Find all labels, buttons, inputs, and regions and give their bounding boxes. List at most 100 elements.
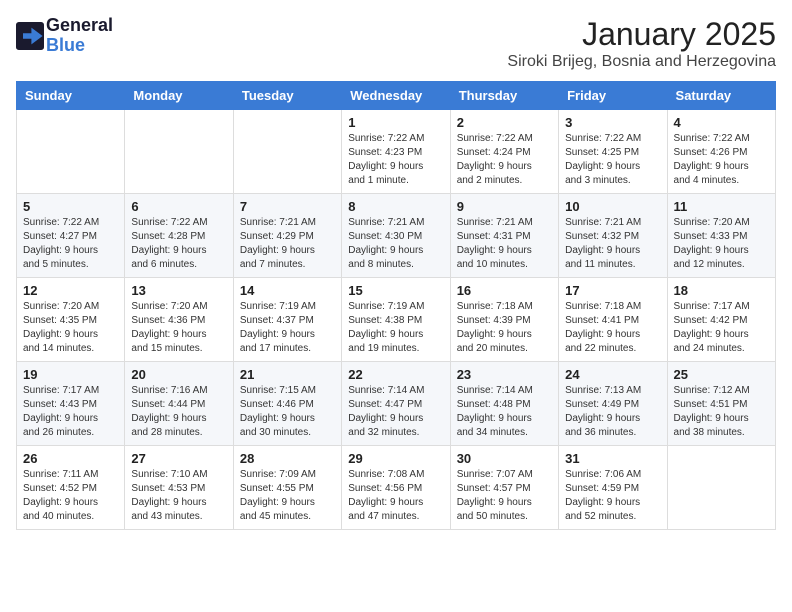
calendar-cell: 11 Sunrise: 7:20 AM Sunset: 4:33 PM Dayli… <box>667 194 775 278</box>
calendar-week-3: 12Sunrise: 7:20 AM Sunset: 4:35 PM Dayli… <box>17 278 776 362</box>
day-info: Sunrise: 7:10 AM Sunset: 4:53 PM Dayligh… <box>131 468 226 524</box>
day-number: 19 <box>23 367 118 382</box>
day-number: 27 <box>131 451 226 466</box>
calendar-cell: 9 Sunrise: 7:21 AM Sunset: 4:31 PM Daylig… <box>450 194 558 278</box>
location-subtitle: Siroki Brijeg, Bosnia and Herzegovina <box>507 53 776 71</box>
calendar-cell <box>233 110 341 194</box>
day-number: 3 <box>565 115 660 130</box>
calendar-cell: 21 Sunrise: 7:15 AM Sunset: 4:46 PM Dayli… <box>233 362 341 446</box>
calendar-cell: 25 Sunrise: 7:12 AM Sunset: 4:51 PM Dayli… <box>667 362 775 446</box>
calendar-cell: 23 Sunrise: 7:14 AM Sunset: 4:48 PM Dayli… <box>450 362 558 446</box>
calendar-cell: 6Sunrise: 7:22 AM Sunset: 4:28 PM Daylig… <box>125 194 233 278</box>
calendar-week-2: 5 Sunrise: 7:22 AM Sunset: 4:27 PM Daylig… <box>17 194 776 278</box>
calendar-cell: 4 Sunrise: 7:22 AM Sunset: 4:26 PM Daylig… <box>667 110 775 194</box>
col-header-saturday: Saturday <box>667 82 775 110</box>
calendar-cell: 27 Sunrise: 7:10 AM Sunset: 4:53 PM Dayli… <box>125 446 233 530</box>
day-info: Sunrise: 7:22 AM Sunset: 4:28 PM Dayligh… <box>131 216 226 272</box>
logo-icon <box>16 22 44 50</box>
calendar-week-5: 26Sunrise: 7:11 AM Sunset: 4:52 PM Dayli… <box>17 446 776 530</box>
day-number: 31 <box>565 451 660 466</box>
day-number: 1 <box>348 115 443 130</box>
day-info: Sunrise: 7:09 AM Sunset: 4:55 PM Dayligh… <box>240 468 335 524</box>
day-info: Sunrise: 7:18 AM Sunset: 4:41 PM Dayligh… <box>565 300 660 356</box>
calendar-cell: 28Sunrise: 7:09 AM Sunset: 4:55 PM Dayli… <box>233 446 341 530</box>
day-info: Sunrise: 7:21 AM Sunset: 4:29 PM Dayligh… <box>240 216 335 272</box>
day-info: Sunrise: 7:22 AM Sunset: 4:24 PM Dayligh… <box>457 132 552 188</box>
day-number: 9 <box>457 199 552 214</box>
day-info: Sunrise: 7:15 AM Sunset: 4:46 PM Dayligh… <box>240 384 335 440</box>
day-info: Sunrise: 7:12 AM Sunset: 4:51 PM Dayligh… <box>674 384 769 440</box>
calendar-cell: 8 Sunrise: 7:21 AM Sunset: 4:30 PM Daylig… <box>342 194 450 278</box>
calendar-cell: 18 Sunrise: 7:17 AM Sunset: 4:42 PM Dayli… <box>667 278 775 362</box>
calendar-cell: 29Sunrise: 7:08 AM Sunset: 4:56 PM Dayli… <box>342 446 450 530</box>
day-info: Sunrise: 7:22 AM Sunset: 4:26 PM Dayligh… <box>674 132 769 188</box>
day-number: 30 <box>457 451 552 466</box>
day-number: 23 <box>457 367 552 382</box>
calendar-cell: 5 Sunrise: 7:22 AM Sunset: 4:27 PM Daylig… <box>17 194 125 278</box>
calendar-cell: 1 Sunrise: 7:22 AM Sunset: 4:23 PM Daylig… <box>342 110 450 194</box>
calendar-cell: 24 Sunrise: 7:13 AM Sunset: 4:49 PM Dayli… <box>559 362 667 446</box>
calendar-cell: 20 Sunrise: 7:16 AM Sunset: 4:44 PM Dayli… <box>125 362 233 446</box>
day-number: 17 <box>565 283 660 298</box>
day-number: 5 <box>23 199 118 214</box>
logo: General Blue <box>16 16 113 56</box>
calendar-cell: 17 Sunrise: 7:18 AM Sunset: 4:41 PM Dayli… <box>559 278 667 362</box>
calendar-cell: 7 Sunrise: 7:21 AM Sunset: 4:29 PM Daylig… <box>233 194 341 278</box>
day-number: 10 <box>565 199 660 214</box>
day-number: 11 <box>674 199 769 214</box>
col-header-monday: Monday <box>125 82 233 110</box>
month-title: January 2025 <box>507 16 776 53</box>
page-header: General Blue January 2025 Siroki Brijeg,… <box>16 16 776 71</box>
day-info: Sunrise: 7:22 AM Sunset: 4:25 PM Dayligh… <box>565 132 660 188</box>
calendar-cell: 31Sunrise: 7:06 AM Sunset: 4:59 PM Dayli… <box>559 446 667 530</box>
day-number: 26 <box>23 451 118 466</box>
calendar-cell: 2 Sunrise: 7:22 AM Sunset: 4:24 PM Daylig… <box>450 110 558 194</box>
day-info: Sunrise: 7:19 AM Sunset: 4:38 PM Dayligh… <box>348 300 443 356</box>
calendar-cell: 30 Sunrise: 7:07 AM Sunset: 4:57 PM Dayli… <box>450 446 558 530</box>
calendar-week-4: 19Sunrise: 7:17 AM Sunset: 4:43 PM Dayli… <box>17 362 776 446</box>
day-number: 24 <box>565 367 660 382</box>
day-info: Sunrise: 7:14 AM Sunset: 4:48 PM Dayligh… <box>457 384 552 440</box>
day-number: 20 <box>131 367 226 382</box>
day-number: 13 <box>131 283 226 298</box>
col-header-friday: Friday <box>559 82 667 110</box>
day-number: 7 <box>240 199 335 214</box>
calendar-cell: 16 Sunrise: 7:18 AM Sunset: 4:39 PM Dayli… <box>450 278 558 362</box>
day-number: 15 <box>348 283 443 298</box>
day-number: 16 <box>457 283 552 298</box>
calendar-cell <box>667 446 775 530</box>
calendar-cell: 12Sunrise: 7:20 AM Sunset: 4:35 PM Dayli… <box>17 278 125 362</box>
day-info: Sunrise: 7:20 AM Sunset: 4:35 PM Dayligh… <box>23 300 118 356</box>
day-info: Sunrise: 7:18 AM Sunset: 4:39 PM Dayligh… <box>457 300 552 356</box>
day-number: 18 <box>674 283 769 298</box>
day-info: Sunrise: 7:20 AM Sunset: 4:36 PM Dayligh… <box>131 300 226 356</box>
day-info: Sunrise: 7:08 AM Sunset: 4:56 PM Dayligh… <box>348 468 443 524</box>
day-info: Sunrise: 7:22 AM Sunset: 4:23 PM Dayligh… <box>348 132 443 188</box>
logo-blue: Blue <box>46 36 113 56</box>
col-header-sunday: Sunday <box>17 82 125 110</box>
calendar-cell <box>17 110 125 194</box>
day-info: Sunrise: 7:13 AM Sunset: 4:49 PM Dayligh… <box>565 384 660 440</box>
day-info: Sunrise: 7:22 AM Sunset: 4:27 PM Dayligh… <box>23 216 118 272</box>
col-header-wednesday: Wednesday <box>342 82 450 110</box>
day-info: Sunrise: 7:21 AM Sunset: 4:32 PM Dayligh… <box>565 216 660 272</box>
day-number: 2 <box>457 115 552 130</box>
day-info: Sunrise: 7:07 AM Sunset: 4:57 PM Dayligh… <box>457 468 552 524</box>
calendar-cell: 22Sunrise: 7:14 AM Sunset: 4:47 PM Dayli… <box>342 362 450 446</box>
day-info: Sunrise: 7:16 AM Sunset: 4:44 PM Dayligh… <box>131 384 226 440</box>
day-info: Sunrise: 7:20 AM Sunset: 4:33 PM Dayligh… <box>674 216 769 272</box>
day-number: 25 <box>674 367 769 382</box>
day-info: Sunrise: 7:19 AM Sunset: 4:37 PM Dayligh… <box>240 300 335 356</box>
calendar-cell: 13 Sunrise: 7:20 AM Sunset: 4:36 PM Dayli… <box>125 278 233 362</box>
calendar-cell: 19Sunrise: 7:17 AM Sunset: 4:43 PM Dayli… <box>17 362 125 446</box>
day-info: Sunrise: 7:21 AM Sunset: 4:31 PM Dayligh… <box>457 216 552 272</box>
day-number: 8 <box>348 199 443 214</box>
calendar-cell: 14Sunrise: 7:19 AM Sunset: 4:37 PM Dayli… <box>233 278 341 362</box>
calendar-cell: 10 Sunrise: 7:21 AM Sunset: 4:32 PM Dayli… <box>559 194 667 278</box>
calendar-table: SundayMondayTuesdayWednesdayThursdayFrid… <box>16 81 776 530</box>
day-number: 4 <box>674 115 769 130</box>
day-info: Sunrise: 7:17 AM Sunset: 4:42 PM Dayligh… <box>674 300 769 356</box>
day-number: 21 <box>240 367 335 382</box>
day-info: Sunrise: 7:21 AM Sunset: 4:30 PM Dayligh… <box>348 216 443 272</box>
calendar-cell: 3 Sunrise: 7:22 AM Sunset: 4:25 PM Daylig… <box>559 110 667 194</box>
